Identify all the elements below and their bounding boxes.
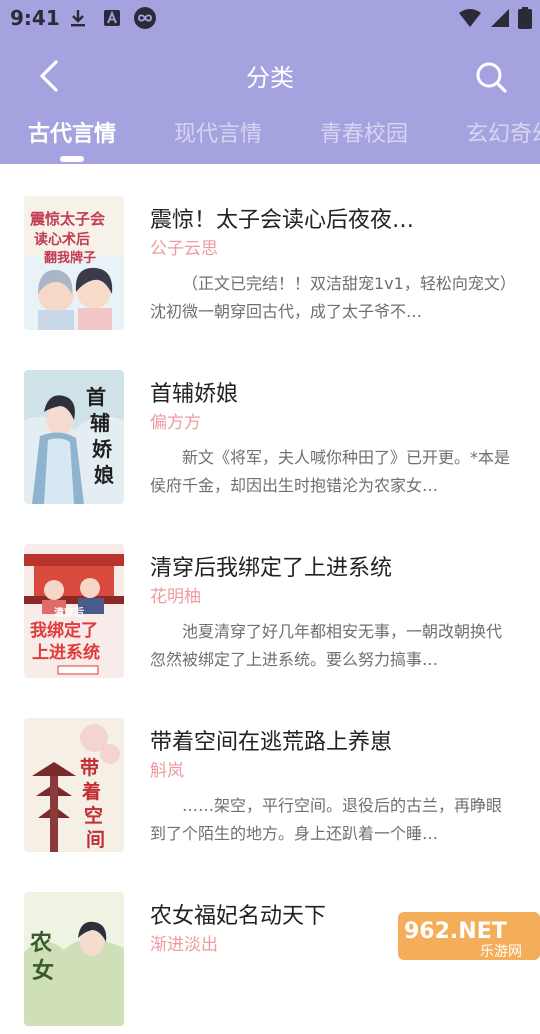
book-cover-image: 震惊太子会 读心术后 翻我牌子	[24, 196, 124, 330]
font-icon	[102, 8, 122, 28]
svg-text:首: 首	[86, 385, 106, 409]
book-author: 花明柚	[150, 582, 201, 607]
watermark-main: 962.NET	[404, 919, 507, 944]
book-cover[interactable]: 首 辅 娇 娘	[24, 370, 124, 504]
battery-icon	[518, 7, 532, 29]
book-cover-image: 农 女	[24, 892, 124, 1026]
tab-fantasy[interactable]: 玄幻奇幻	[466, 116, 540, 148]
svg-text:着: 着	[82, 780, 101, 803]
book-title[interactable]: 震惊！太子会读心后夜夜…	[150, 202, 520, 234]
svg-text:辅: 辅	[90, 411, 110, 435]
status-right	[458, 6, 532, 30]
navbar: 分类	[0, 46, 540, 106]
book-cover[interactable]: 带 着 空 间	[24, 718, 124, 852]
book-description: 池夏清穿了好几年都相安无事，一朝改朝换代忽然被绑定了上进系统。要么努力搞事…	[150, 618, 514, 674]
watermark-logo: 962.NET 乐游网	[398, 912, 540, 960]
list-item[interactable]: 震惊太子会 读心术后 翻我牌子 震惊！太子会读心后夜夜… 公子云思 （正文已完结…	[0, 164, 540, 338]
book-cover[interactable]: 震惊太子会 读心术后 翻我牌子	[24, 196, 124, 330]
svg-text:我绑定了: 我绑定了	[30, 620, 98, 641]
status-time: 9:41	[10, 6, 60, 30]
book-cover[interactable]: 农 女	[24, 892, 124, 1026]
list-item[interactable]: 首 辅 娇 娘 首辅娇娘 偏方方 新文《将军，夫人喊你种田了》已开更。*本是侯府…	[0, 338, 540, 512]
tab-ancient-romance[interactable]: 古代言情	[28, 116, 116, 148]
svg-text:清穿后: 清穿后	[54, 606, 84, 619]
book-author: 斛岚	[150, 756, 184, 781]
svg-text:震惊太子会: 震惊太子会	[30, 210, 105, 228]
watermark-logo-graphic: 962.NET 乐游网	[398, 912, 540, 960]
status-bar: 9:41	[0, 0, 540, 36]
book-author: 偏方方	[150, 408, 201, 433]
svg-text:女: 女	[32, 958, 54, 984]
book-title[interactable]: 清穿后我绑定了上进系统	[150, 550, 520, 582]
book-cover-image: 清穿后 我绑定了 上进系统	[24, 544, 124, 678]
svg-text:娘: 娘	[94, 463, 114, 487]
header: 9:41 分类	[0, 0, 540, 164]
svg-text:上进系统: 上进系统	[32, 642, 100, 663]
book-cover[interactable]: 清穿后 我绑定了 上进系统	[24, 544, 124, 678]
loop-icon	[134, 7, 156, 29]
svg-text:农: 农	[29, 930, 52, 956]
book-description: 新文《将军，夫人喊你种田了》已开更。*本是侯府千金，却因出生时抱错沦为农家女…	[150, 444, 514, 500]
category-tabs: 古代言情 现代言情 青春校园 玄幻奇幻	[0, 108, 540, 164]
tab-indicator	[60, 156, 84, 162]
tab-youth-campus[interactable]: 青春校园	[320, 116, 408, 148]
svg-text:空: 空	[84, 804, 103, 827]
book-description: （正文已完结！！双洁甜宠1v1，轻松向宠文）沈初微一朝穿回古代，成了太子爷不…	[150, 270, 514, 326]
book-title[interactable]: 带着空间在逃荒路上养崽	[150, 724, 520, 756]
signal-icon	[490, 8, 510, 28]
svg-text:读心术后: 读心术后	[34, 231, 90, 248]
svg-text:娇: 娇	[92, 437, 113, 461]
download-icon	[68, 8, 88, 28]
book-cover-image: 带 着 空 间	[24, 718, 124, 852]
svg-text:间: 间	[86, 829, 105, 851]
book-author: 公子云思	[150, 234, 218, 259]
book-author: 渐进淡出	[150, 930, 218, 955]
page-title: 分类	[0, 58, 540, 93]
list-item[interactable]: 带 着 空 间 带着空间在逃荒路上养崽 斛岚 ……架空，平行空间。退役后的古兰，…	[0, 686, 540, 860]
svg-text:翻我牌子: 翻我牌子	[44, 250, 96, 266]
tab-modern-romance[interactable]: 现代言情	[174, 116, 262, 148]
watermark-sub: 乐游网	[480, 944, 522, 960]
book-cover-image: 首 辅 娇 娘	[24, 370, 124, 504]
svg-text:带: 带	[80, 757, 99, 779]
list-item[interactable]: 清穿后 我绑定了 上进系统 清穿后我绑定了上进系统 花明柚 池夏清穿了好几年都相…	[0, 512, 540, 686]
book-title[interactable]: 首辅娇娘	[150, 376, 520, 408]
search-icon[interactable]	[474, 60, 508, 94]
wifi-icon	[458, 8, 482, 28]
book-description: ……架空，平行空间。退役后的古兰，再睁眼到了个陌生的地方。身上还趴着一个睡…	[150, 792, 514, 848]
